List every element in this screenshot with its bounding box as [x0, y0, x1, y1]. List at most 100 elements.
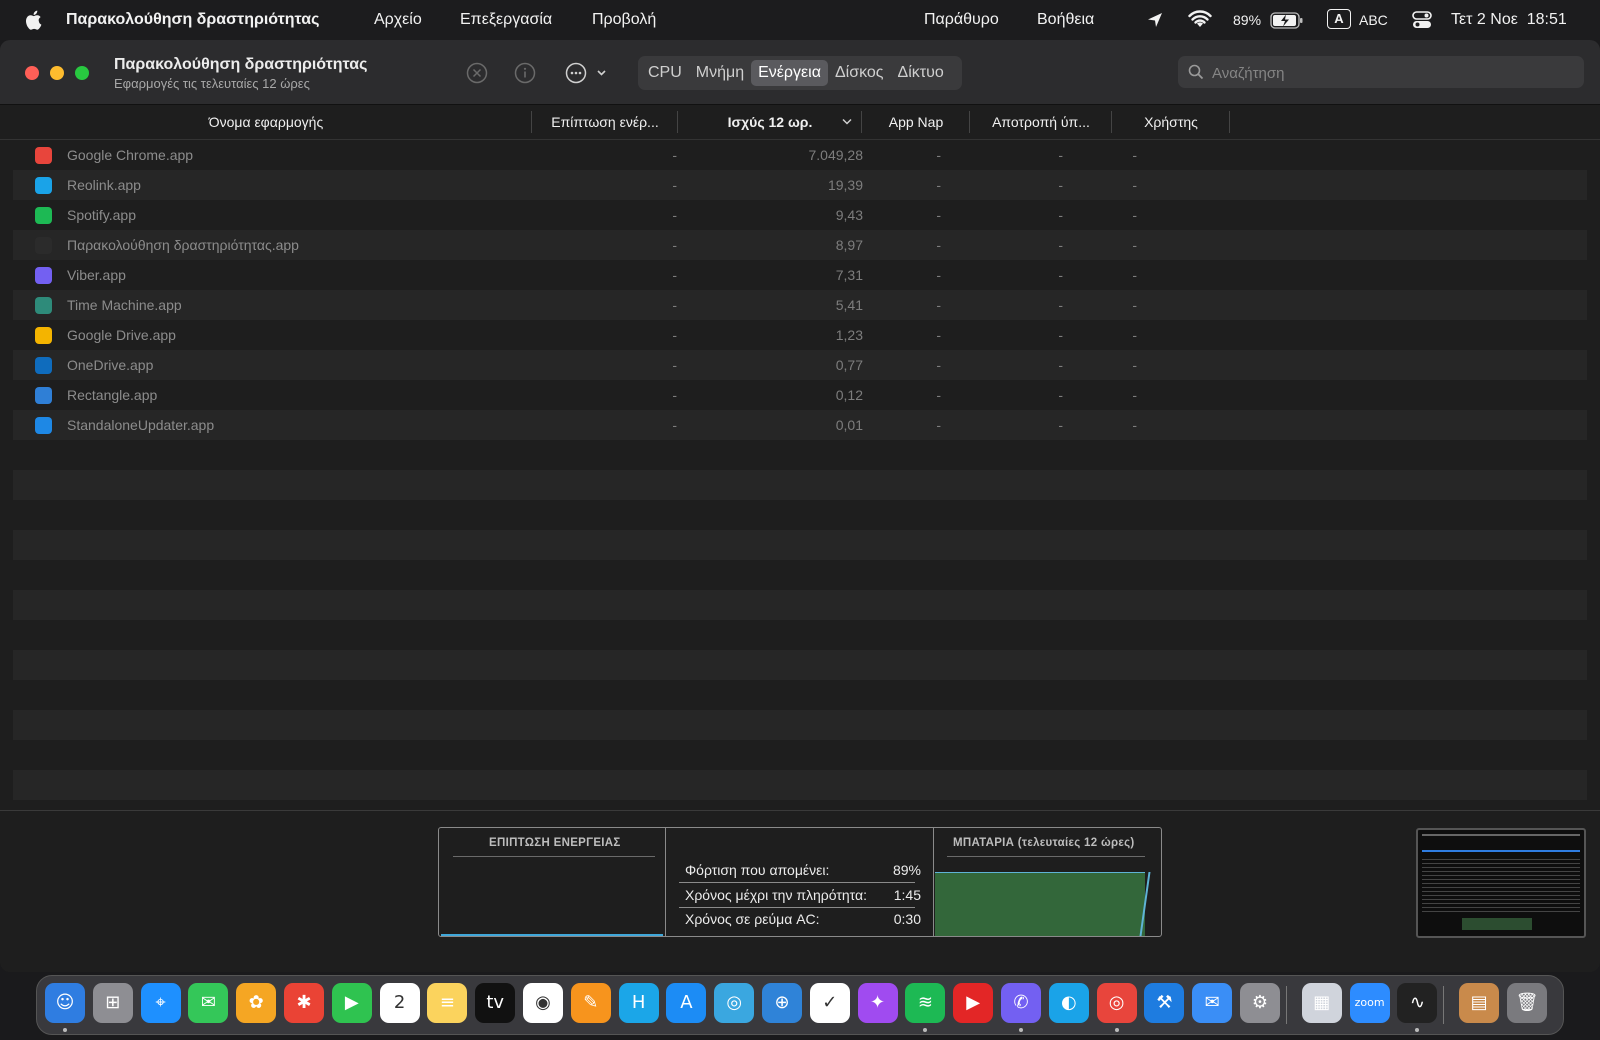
table-row[interactable]: Rectangle.app - 0,12 - - -	[13, 380, 1587, 410]
tab-cpu[interactable]: CPU	[641, 60, 689, 86]
menu-app-name[interactable]: Παρακολούθηση δραστηριότητας	[66, 11, 319, 29]
tab-energy[interactable]: Ενέργεια	[751, 60, 828, 86]
launchpad-icon[interactable]: ⊞	[92, 983, 133, 1023]
input-source-badge[interactable]: A	[1327, 9, 1351, 29]
pages-icon[interactable]: ✎	[570, 983, 611, 1023]
column-energy-impact[interactable]: Επίπτωση ενέρ...	[532, 105, 678, 139]
energy-impact-cell: -	[672, 297, 677, 313]
youtube-music-icon[interactable]: ▶	[953, 983, 994, 1023]
mail-icon[interactable]: ✉	[1192, 983, 1233, 1023]
table-row[interactable]: Viber.app - 7,31 - - -	[13, 260, 1587, 290]
notes-icon[interactable]: ≡	[427, 983, 468, 1023]
app-nap-cell: -	[936, 207, 941, 223]
dock-glyph: ✓	[822, 992, 838, 1013]
trash-icon[interactable]: 🗑	[1507, 983, 1547, 1023]
apple-tv-icon[interactable]: tv	[475, 983, 516, 1023]
table-row[interactable]: Google Drive.app - 1,23 - - -	[13, 320, 1587, 350]
app-store-icon[interactable]: A	[666, 983, 707, 1023]
menu-clock[interactable]: Τετ 2 Νοε 18:51	[1451, 11, 1567, 29]
tab-network[interactable]: Δίκτυο	[891, 60, 951, 86]
divider	[665, 828, 666, 936]
menu-help[interactable]: Βοήθεια	[1037, 11, 1094, 29]
harmony-icon[interactable]: H	[618, 983, 659, 1023]
documents-stack-icon[interactable]: ▤	[1459, 983, 1500, 1023]
wifi-icon[interactable]	[1188, 10, 1212, 29]
dock-glyph: tv	[486, 992, 505, 1013]
table-row[interactable]: Time Machine.app - 5,41 - - -	[13, 290, 1587, 320]
google-photos-icon[interactable]: ✱	[284, 983, 324, 1023]
column-app-name[interactable]: Όνομα εφαρμογής	[0, 105, 532, 139]
google-maps-icon[interactable]: ◉	[523, 983, 563, 1023]
menu-edit[interactable]: Επεξεργασία	[460, 11, 552, 29]
safari-icon[interactable]: ⌖	[140, 983, 181, 1023]
system-settings-icon[interactable]: ⚙	[1240, 983, 1280, 1023]
input-source-label[interactable]: ABC	[1359, 12, 1388, 28]
battery-percent[interactable]: 89%	[1233, 12, 1261, 28]
facetime-icon[interactable]: ▶	[331, 983, 372, 1023]
chrome-dock-icon[interactable]: ◎	[1096, 983, 1137, 1023]
column-power-12h[interactable]: Ισχύς 12 ωρ.	[678, 105, 862, 139]
messenger-icon[interactable]: ✦	[857, 983, 898, 1023]
battery-charging-icon[interactable]	[1270, 12, 1304, 29]
column-power-12h-label: Ισχύς 12 ωρ.	[727, 114, 813, 130]
control-center-icon[interactable]	[1412, 11, 1432, 29]
reolink-client-icon[interactable]: ◐	[1048, 983, 1089, 1023]
messages-icon[interactable]: ✉	[188, 983, 229, 1023]
power-12h-cell: 1,23	[835, 327, 863, 343]
dock-glyph: ☺	[55, 992, 75, 1013]
info-icon[interactable]	[514, 62, 536, 84]
tasks-icon[interactable]: ✓	[809, 983, 850, 1023]
dock-glyph: ◎	[1108, 992, 1125, 1013]
table-row[interactable]: OneDrive.app - 0,77 - - -	[13, 350, 1587, 380]
table-row[interactable]: Spotify.app - 9,43 - - -	[13, 200, 1587, 230]
dock-glyph: ✦	[870, 992, 886, 1013]
prevent-sleep-cell: -	[1058, 177, 1063, 193]
viber-dock-icon[interactable]: ✆	[1001, 983, 1041, 1023]
photos-icon[interactable]: ✿	[236, 983, 277, 1023]
tab-memory[interactable]: Μνήμη	[689, 60, 751, 86]
tab-disk[interactable]: Δίσκος	[828, 60, 891, 86]
column-user[interactable]: Χρήστης	[1112, 105, 1230, 139]
xcode-icon[interactable]: ⚒	[1144, 983, 1185, 1023]
menu-file[interactable]: Αρχείο	[374, 11, 422, 29]
column-app-nap[interactable]: App Nap	[862, 105, 970, 139]
table-row[interactable]: Παρακολούθηση δραστηριότητας.app - 8,97 - - -	[13, 230, 1587, 260]
table-row[interactable]: Reolink.app - 19,39 - - -	[13, 170, 1587, 200]
menu-window[interactable]: Παράθυρο	[924, 11, 999, 29]
energy-impact-cell: -	[672, 267, 677, 283]
finder-icon[interactable]: ☺	[45, 983, 85, 1023]
table-row[interactable]: StandaloneUpdater.app - 0,01 - - -	[13, 410, 1587, 440]
table-row[interactable]: Google Chrome.app - 7.049,28 - - -	[13, 140, 1587, 170]
calendar-icon[interactable]: 2	[379, 983, 420, 1023]
spotify-dock-icon[interactable]: ≋	[905, 983, 946, 1023]
location-services-icon[interactable]	[1146, 11, 1164, 29]
dock-glyph: ✉	[1204, 992, 1220, 1013]
battery-level-fill	[935, 872, 1145, 936]
chrome-icon	[35, 147, 52, 164]
column-prevent-sleep[interactable]: Αποτροπή ύπ...	[970, 105, 1112, 139]
reolink-dock-icon[interactable]: ◎	[714, 983, 755, 1023]
app-nap-cell: -	[936, 357, 941, 373]
zoom-icon[interactable]: zoom	[1349, 983, 1390, 1023]
search-input[interactable]	[1210, 56, 1574, 90]
onedrive-icon	[35, 357, 52, 374]
preview-icon[interactable]: ▦	[1301, 983, 1342, 1023]
energy-impact-title: ΕΠΙΠΤΩΣΗ ΕΝΕΡΓΕΙΑΣ	[489, 837, 621, 849]
menu-view[interactable]: Προβολή	[592, 11, 656, 29]
dock-glyph: ▶	[966, 992, 981, 1013]
menu-bar: Παρακολούθηση δραστηριότητας Αρχείο Επεξ…	[0, 0, 1600, 40]
close-window-button[interactable]	[25, 66, 39, 80]
zoom-window-button[interactable]	[75, 66, 89, 80]
activity-monitor-dock-icon[interactable]: ∿	[1397, 983, 1438, 1023]
stop-process-icon[interactable]	[466, 62, 488, 84]
dock-glyph: ▶	[344, 992, 359, 1013]
running-indicator	[923, 1028, 928, 1032]
zoom-it-icon[interactable]: ⊕	[762, 983, 802, 1023]
stat-value: 0:30	[893, 911, 921, 927]
apple-menu-icon[interactable]	[24, 9, 44, 31]
prevent-sleep-cell: -	[1058, 417, 1063, 433]
search-field[interactable]	[1178, 56, 1584, 90]
more-actions-icon[interactable]	[565, 62, 611, 84]
minimize-window-button[interactable]	[50, 66, 64, 80]
window-thumbnail[interactable]	[1416, 828, 1586, 938]
